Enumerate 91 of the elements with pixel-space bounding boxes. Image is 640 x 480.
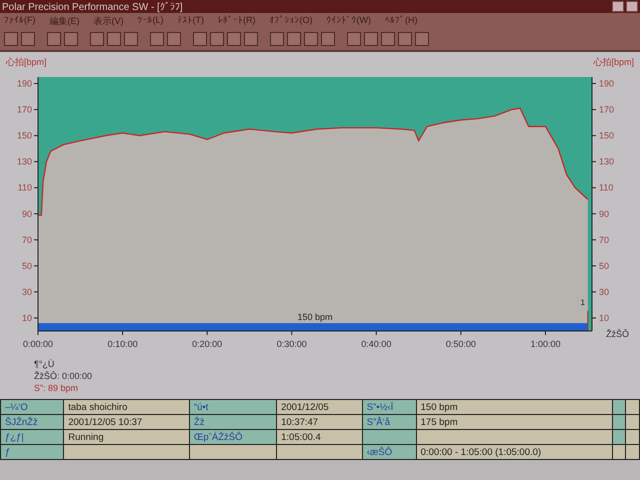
- label-cell: Žž: [189, 414, 277, 430]
- menu-item[interactable]: ﾃｽﾄ(T): [178, 15, 204, 28]
- toolbar-button[interactable]: [321, 32, 335, 46]
- toolbar-button[interactable]: [270, 32, 284, 46]
- y-tick-label: 150: [599, 130, 614, 141]
- toolbar-button[interactable]: [150, 32, 164, 46]
- y-tick-label: 50: [599, 260, 610, 271]
- y-tick-label: 70: [599, 234, 610, 245]
- minimize-button[interactable]: [612, 1, 624, 12]
- toolbar-button[interactable]: [107, 32, 121, 46]
- y-tick-label: 90: [599, 208, 610, 219]
- menu-item[interactable]: 編集(E): [50, 15, 80, 28]
- label-cell: S”Å‘å: [362, 414, 416, 430]
- x-tick-label: 0:00:00: [22, 339, 54, 349]
- value-cell: 175 bpm: [416, 414, 612, 430]
- menu-item[interactable]: ﾍﾙﾌﾟ(H): [385, 15, 418, 28]
- y-tick-label: 110: [18, 182, 32, 193]
- marker-label: 1: [580, 298, 585, 307]
- y-tick-label: 170: [599, 104, 614, 115]
- toolbar-button[interactable]: [210, 32, 224, 46]
- value-cell: [626, 400, 640, 414]
- label-cell: ‹æŠÔ: [362, 444, 416, 460]
- toolbar-button[interactable]: [347, 32, 361, 46]
- y-tick-label: 150: [16, 130, 32, 141]
- y-tick-label: 30: [599, 286, 610, 297]
- menu-item[interactable]: ﾂｰﾙ(L): [138, 15, 164, 28]
- toolbar-button[interactable]: [21, 32, 35, 46]
- x-tick-label: 0:40:00: [361, 339, 392, 349]
- label-cell: –¼‘O: [0, 400, 64, 414]
- toolbar-button[interactable]: [167, 32, 181, 46]
- y-tick-label: 190: [599, 78, 614, 89]
- label-cell: ŠJŽnŽž: [0, 414, 64, 430]
- axis-title: 心拍[bpm]: [593, 56, 634, 69]
- toolbar-button[interactable]: [415, 32, 429, 46]
- x-tick-label: 0:10:00: [108, 339, 138, 349]
- value-cell: 2001/12/05 10:37: [64, 414, 190, 430]
- y-tick-label: 190: [16, 78, 32, 89]
- x-tick-label: 0:50:00: [446, 339, 476, 349]
- value-cell: taba shoichiro: [64, 400, 190, 414]
- window-title: Polar Precision Performance SW - [ｸﾞﾗﾌ]: [2, 0, 183, 12]
- toolbar-button[interactable]: [193, 32, 207, 46]
- value-cell: 0:00:00 - 1:05:00 (1:05:00.0): [416, 444, 612, 460]
- value-cell: Running: [64, 430, 190, 444]
- y-tick-label: 30: [22, 286, 32, 297]
- label-cell: ƒ: [0, 444, 64, 460]
- toolbar-button[interactable]: [244, 32, 258, 46]
- toolbar-button[interactable]: [4, 32, 18, 46]
- value-cell: 1:05:00.4: [276, 430, 362, 444]
- label-cell: [362, 430, 416, 444]
- label-cell: ŒpˆÁŽžŠÔ: [189, 430, 277, 444]
- menu-item[interactable]: ﾚﾎﾟｰﾄ(R): [218, 15, 256, 28]
- y-tick-label: 170: [16, 104, 32, 115]
- time-axis-label: ŽžŠÔ: [606, 329, 630, 339]
- x-tick-label: 1:00:00: [530, 339, 560, 349]
- menu-item[interactable]: ﾌｧｲﾙ(F): [4, 15, 36, 28]
- label-cell: S”•½‹Ï: [362, 400, 416, 414]
- label-cell: [612, 400, 626, 414]
- toolbar-button[interactable]: [287, 32, 301, 46]
- cursor-info: S”: 89 bpm: [34, 383, 80, 393]
- value-cell: 10:37:47: [276, 414, 362, 430]
- y-tick-label: 110: [599, 182, 614, 193]
- toolbar-button[interactable]: [47, 32, 61, 46]
- value-cell: 150 bpm: [416, 400, 612, 414]
- toolbar-button[interactable]: [124, 32, 138, 46]
- toolbar-button[interactable]: [398, 32, 412, 46]
- menu-item[interactable]: ｵﾌﾟｼｮﾝ(O): [270, 15, 312, 28]
- toolbar-button[interactable]: [227, 32, 241, 46]
- toolbar-button[interactable]: [304, 32, 318, 46]
- y-tick-label: 130: [599, 156, 614, 167]
- y-tick-label: 130: [16, 156, 32, 167]
- close-button[interactable]: [626, 1, 638, 12]
- cursor-info: ¶°¿Ù: [34, 359, 56, 369]
- toolbar-button[interactable]: [90, 32, 104, 46]
- y-tick-label: 70: [22, 234, 32, 245]
- value-cell: 2001/12/05: [276, 400, 362, 414]
- y-tick-label: 10: [22, 312, 32, 323]
- y-tick-label: 10: [599, 312, 610, 323]
- toolbar-button[interactable]: [64, 32, 78, 46]
- y-tick-label: 90: [22, 208, 32, 219]
- label-cell: “ú•t: [189, 400, 277, 414]
- band-label: 150 bpm: [297, 312, 333, 322]
- menu-item[interactable]: 表示(V): [94, 15, 124, 28]
- label-cell: ƒ¿ƒ|: [0, 430, 64, 444]
- toolbar-button[interactable]: [381, 32, 395, 46]
- y-tick-label: 50: [22, 260, 32, 271]
- x-tick-label: 0:30:00: [276, 339, 307, 349]
- axis-title: 心拍[bpm]: [6, 56, 47, 69]
- toolbar-button[interactable]: [364, 32, 378, 46]
- x-tick-label: 0:20:00: [192, 339, 222, 349]
- cursor-info: ŽžŠÔ: 0:00:00: [34, 371, 94, 381]
- menu-item[interactable]: ｳｲﾝﾄﾞｳ(W): [326, 15, 371, 28]
